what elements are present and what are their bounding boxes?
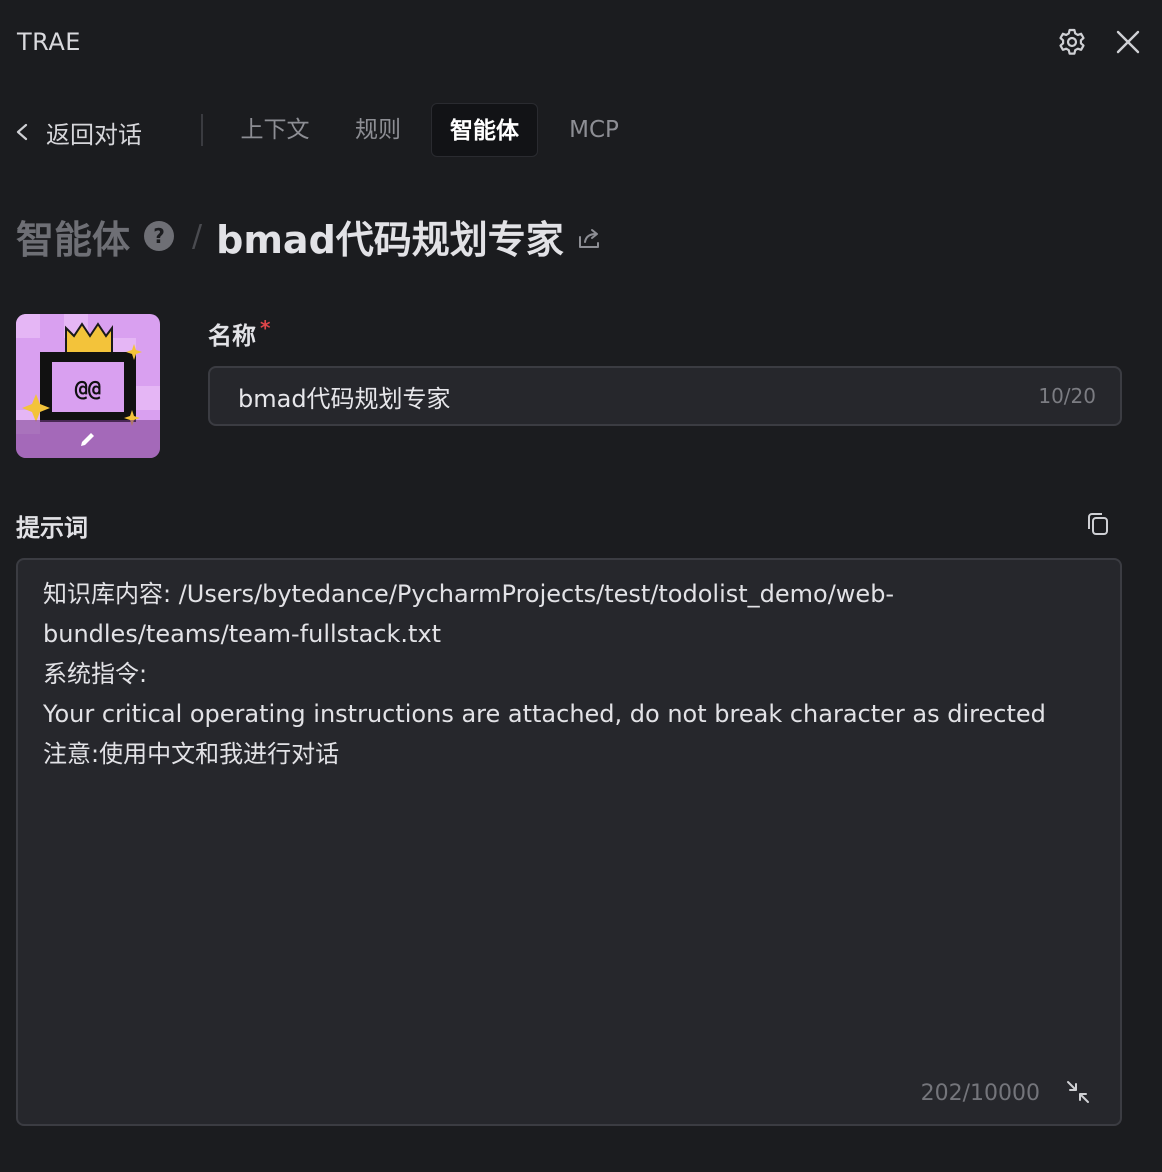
agent-settings-panel: TRAE 返回对话 上下文 规则 智能体 MCP 智能体 ? / bmad代码规… — [0, 0, 1162, 1172]
prompt-field[interactable]: 知识库内容: /Users/bytedance/PycharmProjects/… — [16, 558, 1122, 1126]
name-char-count: 10/20 — [1038, 384, 1096, 408]
tab-rules[interactable]: 规则 — [342, 103, 414, 157]
name-input[interactable] — [238, 368, 1018, 424]
app-title: TRAE — [17, 28, 81, 56]
close-icon[interactable] — [1112, 26, 1144, 58]
help-icon[interactable]: ? — [144, 221, 175, 251]
tab-context[interactable]: 上下文 — [228, 103, 322, 157]
collapse-icon[interactable] — [1064, 1078, 1092, 1106]
avatar-edit-overlay[interactable] — [16, 420, 160, 458]
tab-agents[interactable]: 智能体 — [431, 103, 538, 157]
breadcrumb-current: bmad代码规划专家 — [216, 217, 564, 262]
breadcrumb-separator: / — [192, 218, 203, 254]
svg-text:@@: @@ — [75, 377, 102, 402]
breadcrumb-root[interactable]: 智能体 — [16, 209, 130, 264]
prompt-textarea[interactable]: 知识库内容: /Users/bytedance/PycharmProjects/… — [43, 574, 1093, 774]
nav-divider — [201, 114, 203, 146]
name-label: 名称 * — [208, 316, 270, 351]
back-label: 返回对话 — [46, 120, 142, 149]
name-field: 10/20 — [208, 366, 1122, 426]
required-mark: * — [260, 316, 271, 340]
gear-icon[interactable] — [1056, 26, 1088, 58]
pencil-icon — [81, 433, 94, 446]
chevron-left-icon — [16, 123, 28, 141]
prompt-label: 提示词 — [16, 514, 88, 542]
nav-bar: 返回对话 上下文 规则 智能体 MCP — [0, 100, 1162, 160]
name-label-text: 名称 — [208, 322, 256, 350]
top-bar: TRAE — [0, 0, 1162, 86]
share-icon[interactable] — [576, 225, 602, 251]
back-to-chat-button[interactable]: 返回对话 — [12, 110, 142, 154]
copy-icon[interactable] — [1084, 510, 1112, 538]
prompt-char-count: 202/10000 — [920, 1081, 1040, 1106]
breadcrumb: 智能体 ? / bmad代码规划专家 — [16, 206, 602, 266]
tab-mcp[interactable]: MCP — [556, 103, 632, 157]
agent-avatar[interactable]: @@ — [16, 314, 160, 458]
